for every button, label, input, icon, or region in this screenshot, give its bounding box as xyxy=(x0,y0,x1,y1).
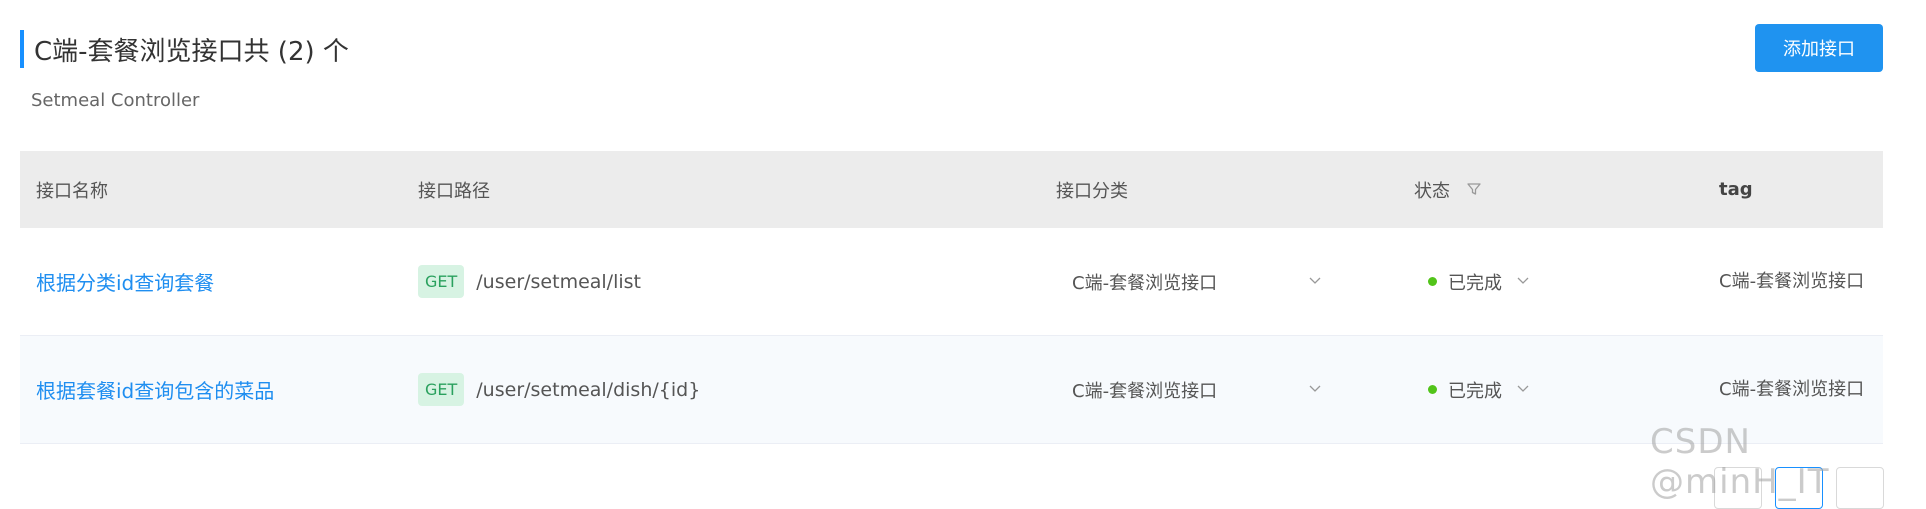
interface-path: /user/setmeal/list xyxy=(476,270,641,293)
column-header-tag: tag xyxy=(1719,179,1753,200)
table-header: 接口名称 接口路径 接口分类 状态 tag xyxy=(20,151,1883,228)
column-header-category: 接口分类 xyxy=(1056,180,1128,202)
page-subtitle: Setmeal Controller xyxy=(31,90,200,111)
column-header-name: 接口名称 xyxy=(36,180,108,202)
status-select[interactable]: 已完成 xyxy=(1414,377,1703,403)
column-header-path: 接口路径 xyxy=(418,180,490,202)
category-select[interactable]: C端-套餐浏览接口 xyxy=(1056,269,1322,295)
chevron-down-icon xyxy=(1308,272,1322,291)
interface-table: 接口名称 接口路径 接口分类 状态 tag 根据分类id查询套餐 GET /us… xyxy=(20,151,1883,444)
table-row: 根据套餐id查询包含的菜品 GET /user/setmeal/dish/{id… xyxy=(20,336,1883,444)
chevron-down-icon xyxy=(1516,380,1530,399)
column-header-status: 状态 xyxy=(1398,177,1703,203)
interface-name-link[interactable]: 根据分类id查询套餐 xyxy=(36,271,214,295)
add-interface-button[interactable]: 添加接口 xyxy=(1755,24,1883,72)
page-title: C端-套餐浏览接口共 (2) 个 xyxy=(20,30,349,68)
chevron-down-icon xyxy=(1516,272,1530,291)
status-dot-icon xyxy=(1428,385,1437,394)
method-badge: GET xyxy=(418,373,465,406)
category-select[interactable]: C端-套餐浏览接口 xyxy=(1056,377,1322,403)
interface-path: /user/setmeal/dish/{id} xyxy=(476,378,701,401)
tag-value: C端-套餐浏览接口 xyxy=(1719,378,1865,400)
category-value: C端-套餐浏览接口 xyxy=(1072,272,1218,294)
tag-value: C端-套餐浏览接口 xyxy=(1719,270,1865,292)
status-select[interactable]: 已完成 xyxy=(1414,269,1703,295)
method-badge: GET xyxy=(418,265,465,298)
category-value: C端-套餐浏览接口 xyxy=(1072,380,1218,402)
table-row: 根据分类id查询套餐 GET /user/setmeal/list C端-套餐浏… xyxy=(20,228,1883,336)
status-dot-icon xyxy=(1428,277,1437,286)
chevron-down-icon xyxy=(1308,380,1322,399)
filter-icon[interactable] xyxy=(1466,181,1482,202)
interface-name-link[interactable]: 根据套餐id查询包含的菜品 xyxy=(36,379,274,403)
watermark: CSDN @minH_IT xyxy=(1650,422,1830,502)
status-value: 已完成 xyxy=(1448,272,1502,294)
status-value: 已完成 xyxy=(1448,380,1502,402)
column-header-status-label: 状态 xyxy=(1414,180,1450,202)
